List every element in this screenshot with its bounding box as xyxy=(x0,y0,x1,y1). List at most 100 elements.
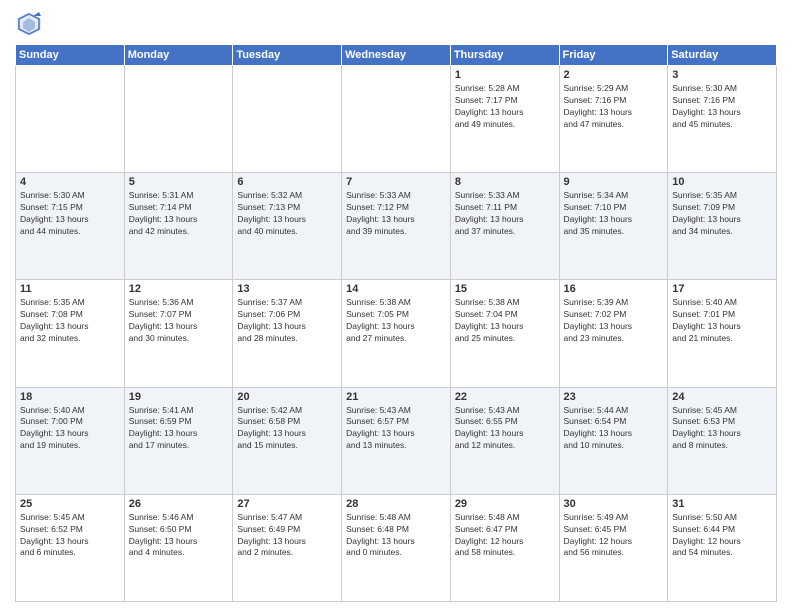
day-info: Sunrise: 5:47 AM Sunset: 6:49 PM Dayligh… xyxy=(237,512,337,560)
day-cell: 25 Sunrise: 5:45 AM Sunset: 6:52 PM Dayli… xyxy=(16,494,125,601)
day-cell xyxy=(124,66,233,173)
day-cell: 28Sunrise: 5:48 AM Sunset: 6:48 PM Dayli… xyxy=(342,494,451,601)
col-header-wednesday: Wednesday xyxy=(342,45,451,66)
day-cell: 27Sunrise: 5:47 AM Sunset: 6:49 PM Dayli… xyxy=(233,494,342,601)
logo xyxy=(15,10,47,38)
day-cell: 13 Sunrise: 5:37 AM Sunset: 7:06 PM Dayli… xyxy=(233,280,342,387)
day-number: 20 xyxy=(237,391,337,403)
page: SundayMondayTuesdayWednesdayThursdayFrid… xyxy=(0,0,792,612)
day-cell: 20 Sunrise: 5:42 AM Sunset: 6:58 PM Dayli… xyxy=(233,387,342,494)
logo-icon xyxy=(15,10,43,38)
day-number: 13 xyxy=(237,283,337,295)
day-cell: 15 Sunrise: 5:38 AM Sunset: 7:04 PM Dayli… xyxy=(450,280,559,387)
day-cell: 7Sunrise: 5:33 AM Sunset: 7:12 PM Daylig… xyxy=(342,173,451,280)
day-info: Sunrise: 5:49 AM Sunset: 6:45 PM Dayligh… xyxy=(564,512,664,560)
calendar-table: SundayMondayTuesdayWednesdayThursdayFrid… xyxy=(15,44,777,602)
day-cell: 14 Sunrise: 5:38 AM Sunset: 7:05 PM Dayli… xyxy=(342,280,451,387)
day-info: Sunrise: 5:38 AM Sunset: 7:05 PM Dayligh… xyxy=(346,297,446,345)
day-cell: 2 Sunrise: 5:29 AM Sunset: 7:16 PM Daylig… xyxy=(559,66,668,173)
day-cell xyxy=(16,66,125,173)
day-info: Sunrise: 5:48 AM Sunset: 6:47 PM Dayligh… xyxy=(455,512,555,560)
day-number: 29 xyxy=(455,498,555,510)
day-number: 4 xyxy=(20,176,120,188)
day-number: 24 xyxy=(672,391,772,403)
day-cell: 24 Sunrise: 5:45 AM Sunset: 6:53 PM Dayli… xyxy=(668,387,777,494)
col-header-tuesday: Tuesday xyxy=(233,45,342,66)
day-number: 11 xyxy=(20,283,120,295)
col-header-saturday: Saturday xyxy=(668,45,777,66)
day-number: 19 xyxy=(129,391,229,403)
day-info: Sunrise: 5:45 AM Sunset: 6:53 PM Dayligh… xyxy=(672,405,772,453)
col-header-sunday: Sunday xyxy=(16,45,125,66)
day-cell: 9Sunrise: 5:34 AM Sunset: 7:10 PM Daylig… xyxy=(559,173,668,280)
day-cell: 3Sunrise: 5:30 AM Sunset: 7:16 PM Daylig… xyxy=(668,66,777,173)
col-header-thursday: Thursday xyxy=(450,45,559,66)
day-info: Sunrise: 5:38 AM Sunset: 7:04 PM Dayligh… xyxy=(455,297,555,345)
day-cell: 22 Sunrise: 5:43 AM Sunset: 6:55 PM Dayli… xyxy=(450,387,559,494)
day-number: 22 xyxy=(455,391,555,403)
day-info: Sunrise: 5:34 AM Sunset: 7:10 PM Dayligh… xyxy=(564,190,664,238)
day-info: Sunrise: 5:39 AM Sunset: 7:02 PM Dayligh… xyxy=(564,297,664,345)
day-info: Sunrise: 5:29 AM Sunset: 7:16 PM Dayligh… xyxy=(564,83,664,131)
day-info: Sunrise: 5:42 AM Sunset: 6:58 PM Dayligh… xyxy=(237,405,337,453)
day-info: Sunrise: 5:30 AM Sunset: 7:15 PM Dayligh… xyxy=(20,190,120,238)
day-number: 30 xyxy=(564,498,664,510)
day-number: 10 xyxy=(672,176,772,188)
day-cell: 21Sunrise: 5:43 AM Sunset: 6:57 PM Dayli… xyxy=(342,387,451,494)
day-cell: 30 Sunrise: 5:49 AM Sunset: 6:45 PM Dayli… xyxy=(559,494,668,601)
day-number: 14 xyxy=(346,283,446,295)
day-info: Sunrise: 5:40 AM Sunset: 7:01 PM Dayligh… xyxy=(672,297,772,345)
day-number: 23 xyxy=(564,391,664,403)
day-info: Sunrise: 5:37 AM Sunset: 7:06 PM Dayligh… xyxy=(237,297,337,345)
day-info: Sunrise: 5:33 AM Sunset: 7:11 PM Dayligh… xyxy=(455,190,555,238)
day-cell: 4 Sunrise: 5:30 AM Sunset: 7:15 PM Daylig… xyxy=(16,173,125,280)
day-number: 25 xyxy=(20,498,120,510)
day-number: 6 xyxy=(237,176,337,188)
day-info: Sunrise: 5:45 AM Sunset: 6:52 PM Dayligh… xyxy=(20,512,120,560)
day-info: Sunrise: 5:32 AM Sunset: 7:13 PM Dayligh… xyxy=(237,190,337,238)
day-number: 8 xyxy=(455,176,555,188)
day-info: Sunrise: 5:41 AM Sunset: 6:59 PM Dayligh… xyxy=(129,405,229,453)
header-row: SundayMondayTuesdayWednesdayThursdayFrid… xyxy=(16,45,777,66)
day-cell: 17 Sunrise: 5:40 AM Sunset: 7:01 PM Dayli… xyxy=(668,280,777,387)
day-cell: 29 Sunrise: 5:48 AM Sunset: 6:47 PM Dayli… xyxy=(450,494,559,601)
day-cell: 31 Sunrise: 5:50 AM Sunset: 6:44 PM Dayli… xyxy=(668,494,777,601)
week-row-2: 4 Sunrise: 5:30 AM Sunset: 7:15 PM Daylig… xyxy=(16,173,777,280)
day-cell: 12Sunrise: 5:36 AM Sunset: 7:07 PM Dayli… xyxy=(124,280,233,387)
day-info: Sunrise: 5:48 AM Sunset: 6:48 PM Dayligh… xyxy=(346,512,446,560)
week-row-4: 18 Sunrise: 5:40 AM Sunset: 7:00 PM Dayli… xyxy=(16,387,777,494)
day-info: Sunrise: 5:44 AM Sunset: 6:54 PM Dayligh… xyxy=(564,405,664,453)
day-number: 2 xyxy=(564,69,664,81)
day-cell: 8 Sunrise: 5:33 AM Sunset: 7:11 PM Daylig… xyxy=(450,173,559,280)
day-info: Sunrise: 5:31 AM Sunset: 7:14 PM Dayligh… xyxy=(129,190,229,238)
day-cell: 23 Sunrise: 5:44 AM Sunset: 6:54 PM Dayli… xyxy=(559,387,668,494)
day-info: Sunrise: 5:30 AM Sunset: 7:16 PM Dayligh… xyxy=(672,83,772,131)
day-info: Sunrise: 5:43 AM Sunset: 6:55 PM Dayligh… xyxy=(455,405,555,453)
day-number: 17 xyxy=(672,283,772,295)
col-header-friday: Friday xyxy=(559,45,668,66)
day-info: Sunrise: 5:36 AM Sunset: 7:07 PM Dayligh… xyxy=(129,297,229,345)
day-number: 26 xyxy=(129,498,229,510)
day-number: 18 xyxy=(20,391,120,403)
day-cell: 26 Sunrise: 5:46 AM Sunset: 6:50 PM Dayli… xyxy=(124,494,233,601)
day-number: 5 xyxy=(129,176,229,188)
day-info: Sunrise: 5:50 AM Sunset: 6:44 PM Dayligh… xyxy=(672,512,772,560)
day-info: Sunrise: 5:40 AM Sunset: 7:00 PM Dayligh… xyxy=(20,405,120,453)
day-cell: 6 Sunrise: 5:32 AM Sunset: 7:13 PM Daylig… xyxy=(233,173,342,280)
day-cell: 18 Sunrise: 5:40 AM Sunset: 7:00 PM Dayli… xyxy=(16,387,125,494)
day-info: Sunrise: 5:46 AM Sunset: 6:50 PM Dayligh… xyxy=(129,512,229,560)
week-row-1: 1Sunrise: 5:28 AM Sunset: 7:17 PM Daylig… xyxy=(16,66,777,173)
day-cell: 1Sunrise: 5:28 AM Sunset: 7:17 PM Daylig… xyxy=(450,66,559,173)
day-cell xyxy=(342,66,451,173)
day-cell: 10Sunrise: 5:35 AM Sunset: 7:09 PM Dayli… xyxy=(668,173,777,280)
day-info: Sunrise: 5:33 AM Sunset: 7:12 PM Dayligh… xyxy=(346,190,446,238)
header xyxy=(15,10,777,38)
day-number: 31 xyxy=(672,498,772,510)
day-number: 15 xyxy=(455,283,555,295)
day-cell: 5 Sunrise: 5:31 AM Sunset: 7:14 PM Daylig… xyxy=(124,173,233,280)
day-cell: 16Sunrise: 5:39 AM Sunset: 7:02 PM Dayli… xyxy=(559,280,668,387)
day-info: Sunrise: 5:43 AM Sunset: 6:57 PM Dayligh… xyxy=(346,405,446,453)
day-info: Sunrise: 5:35 AM Sunset: 7:08 PM Dayligh… xyxy=(20,297,120,345)
day-cell: 11 Sunrise: 5:35 AM Sunset: 7:08 PM Dayli… xyxy=(16,280,125,387)
day-cell: 19 Sunrise: 5:41 AM Sunset: 6:59 PM Dayli… xyxy=(124,387,233,494)
